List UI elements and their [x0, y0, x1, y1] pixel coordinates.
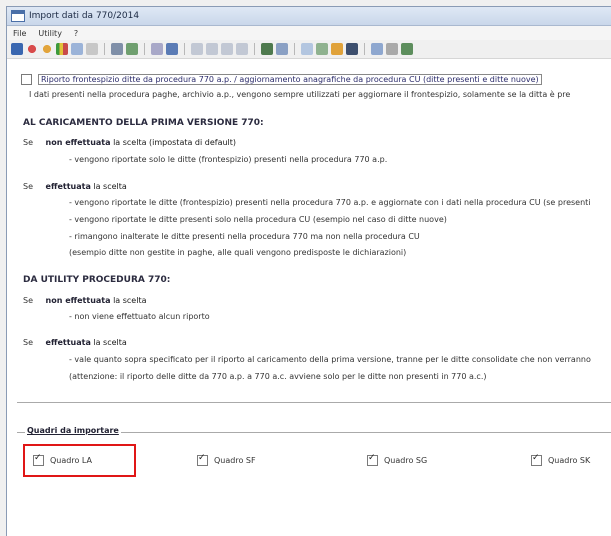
find-icon[interactable] — [151, 43, 163, 55]
se-bold: non effettuata — [45, 138, 111, 147]
section2-se2: Se effettuata la scelta — [23, 338, 127, 347]
riporto-checkbox[interactable] — [21, 74, 32, 85]
last-icon[interactable] — [236, 43, 248, 55]
section1-se2-detail1: - vengono riportate le ditte (frontespiz… — [69, 198, 591, 207]
chart-icon[interactable] — [56, 43, 68, 55]
toolbar-separator — [144, 43, 145, 55]
toolbar-separator — [294, 43, 295, 55]
quadro-sf-label: Quadro SF — [214, 456, 256, 465]
quadro-sf[interactable]: Quadro SF — [197, 453, 256, 466]
section2-se2-detail2: (attenzione: il riporto delle ditte da 7… — [69, 372, 487, 381]
menu-utility[interactable]: Utility — [38, 29, 62, 38]
first-icon[interactable] — [191, 43, 203, 55]
section1-se1-detail: - vengono riportate solo le ditte (front… — [69, 155, 388, 164]
menu-file[interactable]: File — [13, 29, 26, 38]
copy-icon[interactable] — [71, 43, 83, 55]
main-window: Import dati da 770/2014 File Utility ? R… — [6, 6, 611, 536]
section2-se2-detail1: - vale quanto sopra specificato per il r… — [69, 355, 591, 364]
list-icon[interactable] — [401, 43, 413, 55]
next-icon[interactable] — [221, 43, 233, 55]
toolbar-separator — [364, 43, 365, 55]
window-title: Import dati da 770/2014 — [29, 11, 140, 21]
riporto-option[interactable]: Riporto frontespizio ditte da procedura … — [21, 74, 542, 85]
se-label: Se — [23, 138, 33, 147]
save-icon[interactable] — [11, 43, 23, 55]
disk-icon[interactable] — [346, 43, 358, 55]
toolbar-separator — [184, 43, 185, 55]
toolbar-separator — [254, 43, 255, 55]
filter-icon[interactable] — [276, 43, 288, 55]
se-bold: effettuata — [45, 182, 91, 191]
riporto-label: Riporto frontespizio ditte da procedura … — [38, 74, 542, 85]
section2-se1-detail: - non viene effettuato alcun riporto — [69, 312, 210, 321]
riporto-note: I dati presenti nella procedura paghe, a… — [29, 90, 571, 99]
window-icon — [11, 10, 25, 22]
prev-icon[interactable] — [206, 43, 218, 55]
color-icon[interactable] — [331, 43, 343, 55]
se-bold: effettuata — [45, 338, 91, 347]
se-text: la scelta — [93, 182, 127, 191]
print-icon[interactable] — [111, 43, 123, 55]
export-icon[interactable] — [316, 43, 328, 55]
quadro-la[interactable]: Quadro LA — [33, 453, 93, 466]
se-text: la scelta (impostata di default) — [113, 138, 237, 147]
delete-icon[interactable] — [86, 43, 98, 55]
menu-bar: File Utility ? — [7, 26, 611, 40]
section1-se1: Se non effettuata la scelta (impostata d… — [23, 138, 236, 147]
quadro-sf-checkbox[interactable] — [197, 453, 208, 466]
quadro-la-label: Quadro LA — [50, 456, 93, 465]
grid-icon[interactable] — [261, 43, 273, 55]
quadro-sk[interactable]: Quadro SK — [531, 453, 591, 466]
quadro-sk-label: Quadro SK — [548, 456, 591, 465]
quadro-sg-label: Quadro SG — [384, 456, 428, 465]
section1-se2-detail4: (esempio ditte non gestite in paghe, all… — [69, 248, 407, 257]
section1-se2-detail2: - vengono riportate le ditte presenti so… — [69, 215, 447, 224]
menu-help[interactable]: ? — [74, 29, 78, 38]
stop-icon[interactable] — [26, 43, 38, 55]
quadro-sg-checkbox[interactable] — [367, 453, 378, 466]
content-area: Riporto frontespizio ditte da procedura … — [7, 60, 611, 536]
se-label: Se — [23, 338, 33, 347]
cards-icon[interactable] — [166, 43, 178, 55]
toolbar — [7, 40, 611, 59]
se-text: la scelta — [113, 296, 147, 305]
se-label: Se — [23, 296, 33, 305]
group-divider — [17, 402, 611, 403]
quadro-sk-checkbox[interactable] — [531, 453, 542, 466]
title-bar: Import dati da 770/2014 — [7, 7, 611, 26]
doc-icon[interactable] — [301, 43, 313, 55]
toolbar-separator — [104, 43, 105, 55]
quadri-group-label: Quadri da importare — [25, 426, 121, 435]
print-preview-icon[interactable] — [126, 43, 138, 55]
forward-icon[interactable] — [41, 43, 53, 55]
se-bold: non effettuata — [45, 296, 111, 305]
section2-heading: DA UTILITY PROCEDURA 770: — [23, 275, 171, 285]
section1-se2-detail3: - rimangono inalterate le ditte presenti… — [69, 232, 420, 241]
section2-se1: Se non effettuata la scelta — [23, 296, 146, 305]
quadro-sg[interactable]: Quadro SG — [367, 453, 428, 466]
section1-heading: AL CARICAMENTO DELLA PRIMA VERSIONE 770: — [23, 118, 264, 128]
section1-se2: Se effettuata la scelta — [23, 182, 127, 191]
se-text: la scelta — [93, 338, 127, 347]
quadro-la-checkbox[interactable] — [33, 453, 44, 466]
table-icon[interactable] — [371, 43, 383, 55]
users-icon[interactable] — [386, 43, 398, 55]
se-label: Se — [23, 182, 33, 191]
